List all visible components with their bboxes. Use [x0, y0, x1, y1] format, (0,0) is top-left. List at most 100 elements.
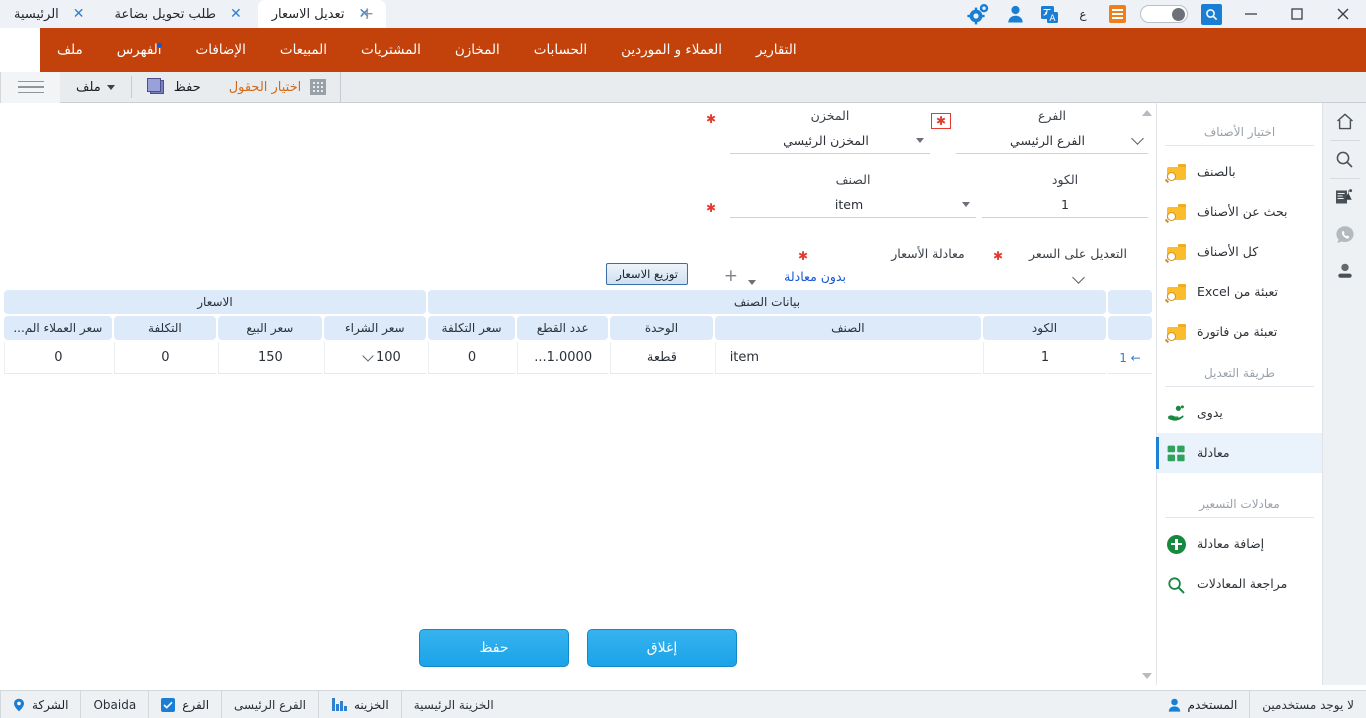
sidebar-item-formula[interactable]: معادلة	[1157, 433, 1322, 473]
sidebar-item-fill-from-excel[interactable]: تعبئة من Excel	[1157, 272, 1322, 312]
phone-icon[interactable]	[1323, 216, 1366, 253]
sidebar-item-all-items[interactable]: كل الأصناف	[1157, 232, 1322, 272]
tab-home[interactable]: الرئيسية ✕	[0, 0, 101, 28]
cell-sale-price[interactable]: 150	[218, 342, 321, 374]
sidebar-item-fill-from-invoice[interactable]: تعبئة من فاتورة	[1157, 312, 1322, 352]
item-field[interactable]: الصنف item	[730, 172, 976, 218]
col-header-sale-price[interactable]: سعر البيع	[218, 316, 321, 340]
col-header-cost[interactable]: التكلفة	[114, 316, 216, 340]
chevron-down-icon[interactable]	[916, 138, 924, 143]
tab-transfer-request[interactable]: طلب تحويل بضاعة ✕	[101, 0, 258, 28]
status-treasury-value: الخزينة الرئيسية	[401, 691, 506, 718]
status-treasury[interactable]: الخزينه	[318, 691, 401, 718]
translate-icon[interactable]: A	[1032, 0, 1066, 28]
sidebar-item-label: بحث عن الأصناف	[1197, 205, 1288, 220]
new-tab-button[interactable]: +	[360, 6, 374, 23]
close-button[interactable]: إغلاق	[587, 629, 737, 667]
chevron-down-icon[interactable]	[1072, 271, 1085, 284]
chevron-down-icon[interactable]	[362, 350, 373, 361]
menu-icon[interactable]	[1100, 0, 1134, 28]
warehouse-field[interactable]: المخزن المخزن الرئيسي	[730, 108, 930, 154]
toolbar-file-menu[interactable]: ملف	[60, 72, 131, 103]
menu-item-purchases[interactable]: المشتريات	[344, 28, 438, 72]
col-header-item[interactable]: الصنف	[715, 316, 981, 340]
branch-field[interactable]: الفرع الفرع الرئيسي	[956, 108, 1148, 154]
sidebar-item-manual[interactable]: يدوى	[1157, 393, 1322, 433]
sidebar-group-title-pricing: معادلات التسعير	[1157, 497, 1322, 517]
window-maximize-button[interactable]	[1274, 0, 1320, 28]
hamburger-icon[interactable]	[0, 72, 60, 103]
home-icon[interactable]	[1323, 103, 1366, 140]
status-user[interactable]: المستخدم	[1156, 691, 1251, 718]
menu-item-index[interactable]: الفهرس	[100, 28, 179, 72]
hand-manual-icon	[1167, 405, 1186, 422]
scroll-down-icon[interactable]	[1142, 673, 1152, 679]
search-icon[interactable]	[1323, 141, 1366, 178]
add-formula-button[interactable]: +	[724, 268, 738, 285]
menu-item-reports[interactable]: التقارير	[739, 28, 814, 72]
cell-customer-price[interactable]: 0	[4, 342, 112, 374]
user-icon[interactable]	[998, 0, 1032, 28]
tab-label: الرئيسية	[14, 7, 59, 22]
cell-code[interactable]: 1	[983, 342, 1106, 374]
report-icon[interactable]	[1323, 179, 1366, 216]
menu-item-file[interactable]: ملف	[40, 28, 100, 72]
sidebar-item-search-items[interactable]: بحث عن الأصناف	[1157, 192, 1322, 232]
menu-item-warehouses[interactable]: المخازن	[438, 28, 517, 72]
chevron-down-icon[interactable]	[1131, 132, 1144, 145]
chevron-down-icon[interactable]	[748, 280, 756, 285]
col-header-pieces[interactable]: عدد القطع	[517, 316, 608, 340]
sidebar-divider	[1165, 386, 1314, 387]
col-header-unit[interactable]: الوحدة	[610, 316, 712, 340]
sidebar-item-by-item[interactable]: بالصنف	[1157, 152, 1322, 192]
cell-unit[interactable]: قطعة	[610, 342, 712, 374]
window-close-button[interactable]	[1320, 0, 1366, 28]
tab-strip: الرئيسية ✕ طلب تحويل بضاعة ✕ تعديل الاسع…	[0, 0, 958, 28]
price-formula-value[interactable]: بدون معادلة	[784, 269, 846, 284]
menu-item-addons[interactable]: الإضافات	[179, 28, 263, 72]
col-header-purchase-price[interactable]: سعر الشراء	[324, 316, 426, 340]
save-button[interactable]: حفظ	[419, 629, 569, 667]
toggle-switch[interactable]	[1134, 0, 1194, 28]
code-field[interactable]: الكود 1	[982, 172, 1148, 218]
close-icon[interactable]: ✕	[230, 7, 242, 21]
cell-cost-price[interactable]: 0	[428, 342, 515, 374]
table-row[interactable]: ← 1 1 item قطعة 1.0000... 0 100 150 0 0	[4, 342, 1152, 374]
toolbar-save-button[interactable]: حفظ	[132, 72, 215, 103]
chevron-down-icon[interactable]	[962, 202, 970, 207]
folder-search-icon	[1167, 244, 1186, 260]
cell-cost[interactable]: 0	[114, 342, 216, 374]
sidebar-item-label: إضافة معادلة	[1197, 537, 1264, 552]
settings-icon[interactable]	[958, 0, 998, 28]
main-content: الفرع الفرع الرئيسي ✱ المخزن المخزن الرئ…	[0, 103, 1156, 685]
close-icon[interactable]: ✕	[73, 7, 85, 21]
chart-bars-icon	[331, 698, 347, 711]
window-minimize-button[interactable]	[1228, 0, 1274, 28]
col-header-customer-price[interactable]: سعر العملاء الم...	[4, 316, 112, 340]
cell-item[interactable]: item	[715, 342, 981, 374]
cell-pieces[interactable]: 1.0000...	[517, 342, 608, 374]
status-branch-value: الفرع الرئيسى	[221, 691, 318, 718]
contact-icon[interactable]	[1323, 253, 1366, 290]
col-header-cost-price[interactable]: سعر التكلفة	[428, 316, 515, 340]
notification-dot	[157, 43, 162, 48]
distribute-prices-button[interactable]: توزيع الاسعار	[606, 263, 688, 285]
menu-item-customers-suppliers[interactable]: العملاء و الموردين	[604, 28, 739, 72]
status-user-value: لا يوجد مستخدمين	[1250, 691, 1366, 718]
status-company[interactable]: الشركة	[0, 691, 80, 718]
icon-rail	[1322, 103, 1366, 685]
menu-item-sales[interactable]: المبيعات	[263, 28, 344, 72]
col-header-rownum[interactable]	[1108, 316, 1152, 340]
toolbar-save-label: حفظ	[174, 80, 201, 95]
sidebar-group-title-method: طريقة التعديل	[1157, 366, 1322, 386]
status-branch[interactable]: الفرع	[148, 691, 221, 718]
sidebar-item-add-formula[interactable]: إضافة معادلة	[1157, 524, 1322, 564]
menu-item-accounts[interactable]: الحسابات	[517, 28, 604, 72]
cell-purchase-price[interactable]: 100	[324, 342, 426, 374]
choose-fields-button[interactable]: اختيار الحقول	[215, 72, 342, 103]
col-header-code[interactable]: الكود	[983, 316, 1106, 340]
search-icon[interactable]	[1194, 0, 1228, 28]
sidebar-item-review-formulas[interactable]: مراجعة المعادلات	[1157, 564, 1322, 604]
price-adjust-field[interactable]: التعديل على السعر	[1008, 246, 1148, 292]
price-formula-field[interactable]: معادلة الأسعار	[868, 246, 988, 266]
